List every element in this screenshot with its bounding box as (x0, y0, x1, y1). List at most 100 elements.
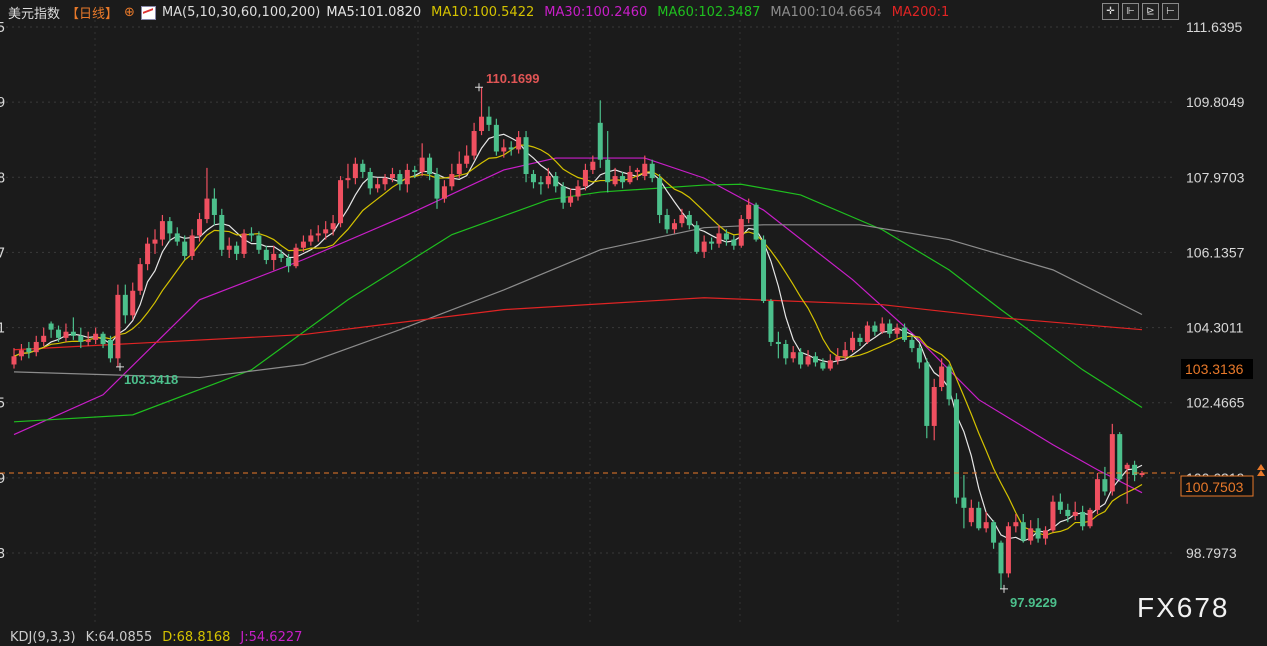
y-tick-label: 104.3011 (1186, 320, 1244, 336)
ma-value-2: MA30:100.2460 (544, 5, 648, 20)
candle-body (338, 180, 344, 224)
candle (723, 229, 729, 246)
candle (93, 327, 99, 344)
candle (850, 331, 856, 353)
candle (620, 171, 626, 189)
candle (545, 167, 551, 189)
candle-body (523, 137, 529, 175)
candle-body (805, 356, 811, 365)
candle-body (397, 174, 403, 185)
ma-line-ma60 (13, 183, 1143, 423)
crosshair-icon[interactable]: ✛ (1102, 3, 1119, 20)
candle-body (761, 239, 767, 301)
zoom-in-range-icon[interactable]: ⊩ (1122, 3, 1139, 20)
marked-price-label: 103.3136 (1185, 361, 1244, 377)
candle (375, 178, 381, 193)
candle-body (33, 341, 39, 353)
candle (419, 143, 425, 177)
candle-body (204, 198, 210, 220)
candle (1005, 522, 1011, 578)
candle-body (560, 186, 566, 203)
chart-toolbar: ✛ ⊩ ⊵ ⊢ (1102, 3, 1179, 20)
candle (479, 87, 485, 136)
left-tick-fragment: 5 (0, 21, 5, 36)
candle (204, 167, 210, 224)
y-tick-label: 107.9703 (1186, 169, 1245, 185)
candle-body (731, 239, 737, 246)
candle-body (753, 204, 759, 240)
candle-body (530, 174, 536, 183)
candle (1132, 460, 1138, 482)
left-tick-fragment: 7 (0, 246, 5, 261)
candle-body (976, 507, 982, 529)
candle (345, 163, 351, 189)
y-tick-label: 102.4665 (1186, 395, 1245, 411)
candle (174, 227, 180, 246)
candle (738, 214, 744, 248)
candle (189, 229, 195, 261)
candle-body (1013, 522, 1019, 527)
y-tick-label: 98.7973 (1186, 545, 1237, 561)
candle (775, 331, 781, 359)
chart-header: 美元指数 【日线】 ⊕ MA(5,10,30,60,100,200) MA5:1… (8, 3, 949, 22)
candle-body (642, 163, 648, 177)
candle (768, 298, 774, 347)
candle-body (1102, 479, 1108, 492)
candle-body (63, 331, 69, 338)
period-label[interactable]: 【日线】 (66, 3, 118, 22)
ma-value-4: MA100:104.6654 (770, 5, 882, 20)
candle (382, 174, 388, 191)
candle-body (857, 337, 863, 342)
candle (946, 364, 952, 406)
play-range-icon[interactable]: ⊵ (1142, 3, 1159, 20)
candle (605, 131, 611, 193)
ma-indicator-icon[interactable] (140, 5, 156, 20)
candle-body (107, 339, 113, 359)
exit-range-icon[interactable]: ⊢ (1162, 3, 1179, 20)
candle (1028, 520, 1034, 545)
ma-value-0: MA5:101.0820 (326, 5, 422, 20)
candle (11, 348, 17, 369)
candle-body (953, 399, 959, 498)
candle-body (419, 157, 425, 172)
candle (649, 159, 655, 183)
current-price-label: 100.7503 (1185, 479, 1244, 495)
candle (152, 229, 158, 254)
candle (278, 249, 284, 263)
candle-body (375, 184, 381, 189)
candle-body (352, 163, 358, 179)
candle-body (649, 163, 655, 179)
kdj-k-value: K:64.0855 (85, 630, 153, 645)
candle-body (122, 294, 128, 316)
candle-body (241, 233, 247, 254)
candle-body (256, 235, 262, 250)
candle (575, 180, 581, 201)
candle (352, 157, 358, 185)
candle (761, 235, 767, 304)
candle-body (827, 360, 833, 369)
left-tick-fragment: 5 (0, 397, 5, 412)
candle (115, 284, 121, 367)
candle (538, 176, 544, 195)
candle-body (686, 214, 692, 226)
candle (991, 520, 997, 549)
candle (835, 348, 841, 365)
candle-body (464, 155, 470, 164)
candlestick-chart[interactable]: 111.6395 5 109.8049 9 107.9703 8 106.1357 7 104.… (0, 0, 1267, 646)
candle-body (18, 350, 24, 357)
candle-body (812, 356, 818, 363)
indicator-label[interactable]: MA(5,10,30,60,100,200) (162, 5, 320, 20)
candle-body (582, 169, 588, 187)
candle (167, 217, 173, 242)
candle (798, 348, 804, 369)
candle-body (449, 174, 455, 187)
left-tick-fragment: 8 (0, 171, 5, 186)
candle (33, 335, 39, 357)
candle-body (1035, 528, 1041, 539)
kdj-label: KDJ(9,3,3) (10, 630, 76, 645)
add-indicator-icon[interactable]: ⊕ (124, 5, 135, 20)
candle-body (568, 196, 574, 203)
candle-body (434, 174, 440, 199)
candle-body (412, 169, 418, 172)
candle (145, 237, 151, 271)
